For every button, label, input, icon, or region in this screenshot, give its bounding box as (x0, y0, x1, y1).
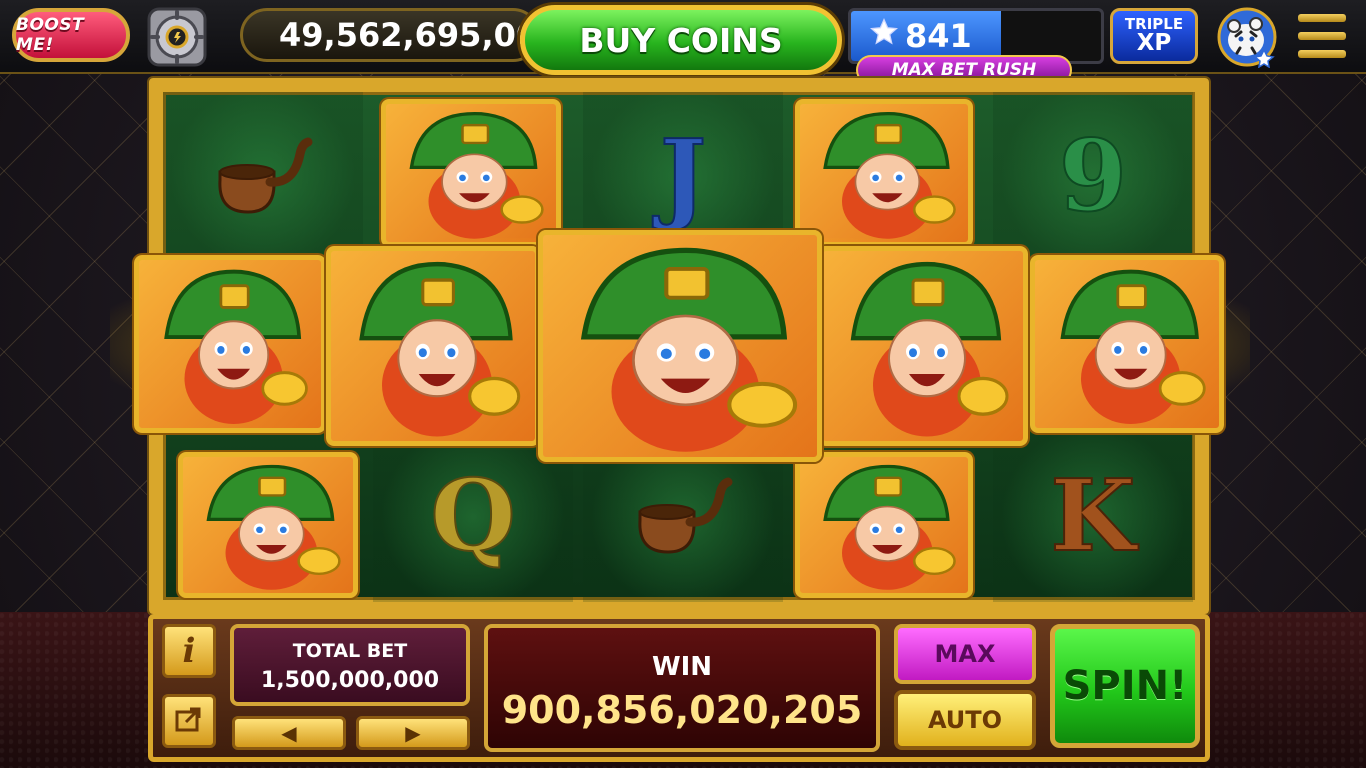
leprechaun-symbol-r3-c1 (178, 452, 358, 598)
increase-bet-button[interactable]: ▶ (356, 716, 470, 750)
top-bar: BOOST ME! 49,562,695,002 BUY COINS 841 T… (0, 0, 1366, 75)
boost-me-button[interactable]: BOOST ME! (12, 8, 130, 62)
leprechaun-icon (206, 464, 341, 590)
coin-balance-display: 49,562,695,002 (240, 8, 560, 62)
vault-icon[interactable] (146, 6, 208, 68)
total-bet-value: 1,500,000,000 (260, 668, 440, 693)
leprechaun-symbol-r2-c4 (818, 246, 1028, 446)
leprechaun-symbol-r2-c2 (326, 246, 540, 446)
max-bet-rush-label: MAX BET RUSH (891, 60, 1037, 80)
total-bet-label: TOTAL BET (292, 640, 408, 662)
leprechaun-symbol-r2-c5 (1030, 255, 1224, 433)
triple-xp-badge[interactable]: TRIPLE XP (1110, 8, 1198, 64)
max-bet-button[interactable]: MAX (894, 624, 1036, 684)
boost-me-label: BOOST ME! (16, 15, 85, 55)
leprechaun-symbol-r2-c1 (134, 255, 326, 433)
leprechaun-icon (850, 262, 1009, 437)
arrow-right-icon: ▶ (405, 721, 421, 745)
reel-cell-r3-c5: K (993, 432, 1193, 602)
win-value: 900,856,020,205 (501, 688, 863, 732)
total-bet-display: TOTAL BET 1,500,000,000 (230, 624, 470, 706)
k-symbol: K (1049, 459, 1136, 574)
q-symbol: Q (429, 459, 516, 574)
leprechaun-icon (823, 112, 956, 239)
spin-label: SPIN! (1062, 663, 1188, 709)
share-icon (174, 704, 204, 738)
leprechaun-symbol-r3-c4 (795, 452, 973, 598)
nine-symbol: 9 (1058, 119, 1128, 234)
leprechaun-icon (359, 262, 521, 437)
leprechaun-symbol-r1-c4 (795, 99, 973, 247)
level-value: 841 (905, 17, 972, 55)
win-display: WIN 900,856,020,205 (484, 624, 880, 752)
leprechaun-icon (823, 464, 956, 590)
reel-cell-r1-c1 (163, 92, 363, 262)
decrease-bet-button[interactable]: ◀ (232, 716, 346, 750)
leprechaun-symbol-r1-c2 (381, 99, 561, 247)
coin-balance-value: 49,562,695,002 (279, 16, 561, 54)
hamburger-menu-icon[interactable] (1298, 14, 1346, 58)
star-icon (869, 17, 899, 55)
win-label: WIN (651, 652, 713, 682)
j-symbol: J (659, 119, 707, 234)
arrow-left-icon: ◀ (281, 721, 297, 745)
leprechaun-icon (409, 112, 544, 239)
pipe-symbol-icon (208, 130, 318, 224)
tiger-avatar-icon[interactable] (1216, 6, 1278, 69)
share-button[interactable] (162, 694, 216, 748)
triple-xp-line2: XP (1136, 30, 1172, 56)
info-button[interactable]: i (162, 624, 216, 678)
leprechaun-icon (580, 247, 798, 452)
buy-coins-button[interactable]: BUY COINS (520, 5, 842, 75)
auto-spin-label: AUTO (927, 706, 1003, 734)
max-bet-label: MAX (934, 640, 996, 668)
leprechaun-icon (1060, 269, 1206, 425)
spin-button[interactable]: SPIN! (1050, 624, 1200, 748)
auto-spin-button[interactable]: AUTO (894, 690, 1036, 750)
buy-coins-label: BUY COINS (579, 20, 783, 60)
leprechaun-icon (164, 269, 308, 425)
pipe-symbol-icon (628, 470, 738, 564)
leprechaun-symbol-r2-c3 (538, 230, 822, 462)
info-icon: i (182, 631, 196, 671)
reel-cell-r1-c5: 9 (993, 92, 1193, 262)
